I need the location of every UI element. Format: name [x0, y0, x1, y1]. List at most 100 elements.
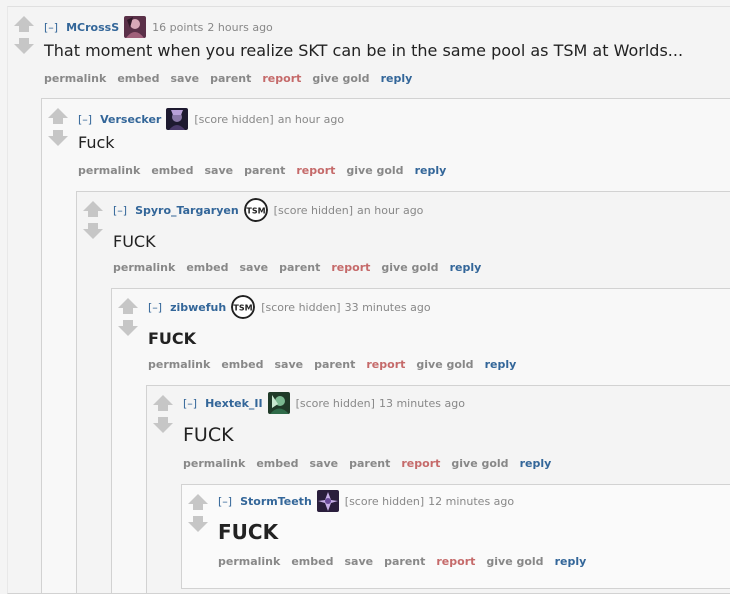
comment-body: FUCK [183, 424, 234, 446]
reply-button[interactable]: reply [485, 358, 517, 371]
reply-button[interactable]: reply [381, 72, 413, 85]
timestamp: 12 minutes ago [428, 494, 515, 508]
give-gold-button[interactable]: give gold [312, 72, 369, 85]
embed-button[interactable]: embed [186, 261, 228, 274]
score: [score hidden] [295, 396, 375, 410]
upvote-icon[interactable] [153, 395, 173, 411]
parent-button[interactable]: parent [279, 261, 320, 274]
score: 16 points [152, 20, 204, 34]
parent-button[interactable]: parent [244, 164, 285, 177]
embed-button[interactable]: embed [221, 358, 263, 371]
vote-arrows [13, 15, 35, 55]
user-flair-icon [166, 108, 189, 130]
report-button[interactable]: report [262, 72, 301, 85]
timestamp: an hour ago [357, 203, 424, 217]
permalink-button[interactable]: permalink [218, 555, 280, 568]
score: [score hidden] [194, 112, 274, 126]
downvote-icon[interactable] [83, 223, 103, 239]
save-button[interactable]: save [239, 261, 268, 274]
timestamp: 13 minutes ago [378, 396, 465, 410]
author-link[interactable]: zibwefuh [170, 301, 226, 314]
vote-arrows [117, 297, 139, 337]
score: [score hidden] [261, 300, 341, 314]
permalink-button[interactable]: permalink [148, 358, 210, 371]
tagline: [–] Spyro_Targaryen TSM [score hidden] a… [113, 198, 424, 222]
give-gold-button[interactable]: give gold [346, 164, 403, 177]
collapse-toggle[interactable]: [–] [218, 495, 232, 508]
tagline: [–] Versecker [score hidden] an hour ago [78, 108, 344, 130]
collapse-toggle[interactable]: [–] [44, 21, 58, 34]
collapse-toggle[interactable]: [–] [78, 113, 92, 126]
embed-button[interactable]: embed [256, 457, 298, 470]
comment-actions: permalink embed save parent report give … [113, 261, 481, 274]
svg-text:TSM: TSM [234, 304, 253, 313]
vote-arrows [82, 200, 104, 240]
save-button[interactable]: save [204, 164, 233, 177]
comment: [–] StormTeeth [score hidden] 12 minutes… [181, 484, 730, 589]
comment-actions: permalink embed save parent report give … [148, 358, 516, 371]
vote-arrows [47, 107, 69, 147]
tsm-logo-icon: TSM [243, 198, 268, 222]
downvote-icon[interactable] [153, 417, 173, 433]
reply-button[interactable]: reply [450, 261, 482, 274]
user-flair-icon [124, 16, 147, 38]
report-button[interactable]: report [366, 358, 405, 371]
comment-actions: permalink embed save parent report give … [218, 555, 586, 568]
reply-button[interactable]: reply [520, 457, 552, 470]
author-link[interactable]: MCrossS [66, 21, 119, 34]
reply-button[interactable]: reply [555, 555, 587, 568]
upvote-icon[interactable] [188, 494, 208, 510]
author-link[interactable]: Versecker [100, 113, 161, 126]
downvote-icon[interactable] [118, 320, 138, 336]
parent-button[interactable]: parent [384, 555, 425, 568]
parent-button[interactable]: parent [349, 457, 390, 470]
author-link[interactable]: StormTeeth [240, 495, 312, 508]
comment-body: That moment when you realize SKT can be … [44, 41, 684, 60]
author-link[interactable]: Hextek_II [205, 397, 262, 410]
reply-button[interactable]: reply [415, 164, 447, 177]
save-button[interactable]: save [170, 72, 199, 85]
permalink-button[interactable]: permalink [183, 457, 245, 470]
tagline: [–] MCrossS 16 points 2 hours ago [44, 16, 273, 38]
collapse-toggle[interactable]: [–] [148, 301, 162, 314]
report-button[interactable]: report [436, 555, 475, 568]
report-button[interactable]: report [296, 164, 335, 177]
upvote-icon[interactable] [14, 16, 34, 32]
parent-button[interactable]: parent [210, 72, 251, 85]
give-gold-button[interactable]: give gold [486, 555, 543, 568]
score: [score hidden] [273, 203, 354, 217]
vote-arrows [152, 394, 174, 434]
embed-button[interactable]: embed [117, 72, 159, 85]
embed-button[interactable]: embed [151, 164, 193, 177]
save-button[interactable]: save [274, 358, 303, 371]
upvote-icon[interactable] [118, 298, 138, 314]
upvote-icon[interactable] [83, 201, 103, 217]
give-gold-button[interactable]: give gold [416, 358, 473, 371]
parent-button[interactable]: parent [314, 358, 355, 371]
report-button[interactable]: report [401, 457, 440, 470]
permalink-button[interactable]: permalink [78, 164, 140, 177]
collapse-toggle[interactable]: [–] [183, 397, 197, 410]
upvote-icon[interactable] [48, 108, 68, 124]
permalink-button[interactable]: permalink [44, 72, 106, 85]
comment-body: FUCK [148, 329, 197, 348]
save-button[interactable]: save [344, 555, 373, 568]
downvote-icon[interactable] [188, 516, 208, 532]
author-link[interactable]: Spyro_Targaryen [135, 204, 239, 217]
embed-button[interactable]: embed [291, 555, 333, 568]
timestamp: 33 minutes ago [344, 300, 431, 314]
permalink-button[interactable]: permalink [113, 261, 175, 274]
downvote-icon[interactable] [14, 38, 34, 54]
give-gold-button[interactable]: give gold [451, 457, 508, 470]
comment-actions: permalink embed save parent report give … [44, 72, 412, 85]
collapse-toggle[interactable]: [–] [113, 204, 127, 217]
downvote-icon[interactable] [48, 130, 68, 146]
user-flair-icon [316, 490, 339, 512]
save-button[interactable]: save [309, 457, 338, 470]
report-button[interactable]: report [331, 261, 370, 274]
give-gold-button[interactable]: give gold [381, 261, 438, 274]
user-flair-icon [267, 392, 290, 414]
tagline: [–] StormTeeth [score hidden] 12 minutes… [218, 490, 514, 512]
vote-arrows [187, 493, 209, 533]
comment-actions: permalink embed save parent report give … [183, 457, 551, 470]
